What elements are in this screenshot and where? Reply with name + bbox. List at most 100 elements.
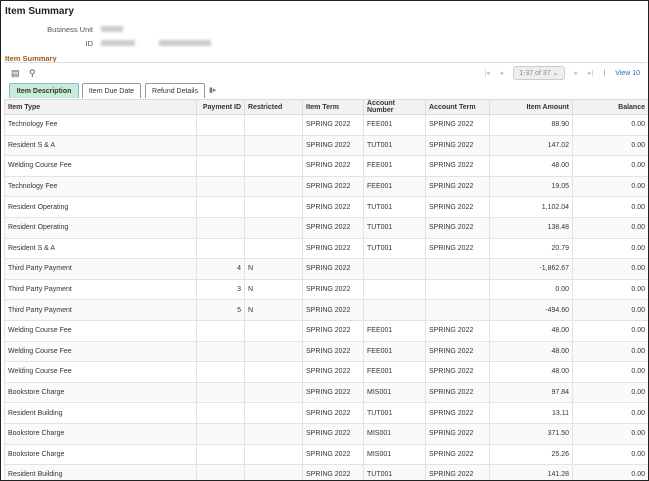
column-header[interactable]: Restricted	[244, 99, 303, 115]
table-cell: N	[244, 299, 303, 321]
business-unit-label: Business Unit	[47, 25, 93, 34]
table-row: Technology Fee SPRING 2022 FEE001 SPRING 20…	[4, 114, 648, 136]
first-page-icon[interactable]: |◂	[484, 69, 489, 77]
table-cell	[196, 340, 245, 363]
table-cell: 88.90	[489, 114, 573, 136]
table-cell	[196, 402, 245, 424]
column-header[interactable]: Balance	[572, 99, 648, 115]
pager: |◂ ◂ 1-37 of 37 ⌄ ▸ ▸| | View 10	[484, 66, 640, 80]
table-cell: SPRING 2022	[302, 443, 364, 466]
table-cell	[196, 134, 245, 157]
page-range-select[interactable]: 1-37 of 37 ⌄	[513, 66, 565, 80]
table-cell: SPRING 2022	[302, 216, 364, 239]
item-summary-page: Item Summary Business Unit ID Item Summa…	[0, 0, 649, 481]
column-header[interactable]: Item Term	[302, 99, 364, 115]
column-header[interactable]: Account Term	[425, 99, 490, 115]
column-header[interactable]: Item Amount	[489, 99, 573, 115]
table-cell: 3	[196, 278, 245, 301]
table-cell: SPRING 2022	[425, 422, 490, 445]
table-cell: SPRING 2022	[425, 361, 490, 383]
table-cell: -494.60	[489, 299, 573, 321]
table-cell: 138.48	[489, 216, 573, 239]
table-row: Welding Course Fee SPRING 2022 FEE001 SPRIN…	[4, 340, 648, 363]
pager-divider: |	[603, 69, 606, 77]
table-cell: SPRING 2022	[425, 381, 490, 404]
table-cell	[244, 216, 303, 239]
table-cell: SPRING 2022	[302, 196, 364, 218]
table-cell	[244, 464, 303, 480]
table-cell	[425, 278, 490, 301]
table-cell: TUT001	[363, 237, 426, 260]
table-cell	[244, 319, 303, 342]
table-cell: 0.00	[572, 381, 648, 404]
table-row: Technology Fee SPRING 2022 FEE001 SPRING 20…	[4, 175, 648, 198]
column-header[interactable]: Payment ID	[196, 99, 245, 115]
column-header[interactable]: Account Number	[363, 99, 426, 115]
table-cell: 0.00	[489, 278, 573, 301]
column-header[interactable]: Item Type	[4, 99, 197, 115]
last-page-icon[interactable]: ▸|	[588, 69, 593, 77]
table-cell: 0.00	[572, 340, 648, 363]
table-cell: Bookstore Charge	[4, 443, 197, 466]
tab-item-due-date[interactable]: Item Due Date	[82, 83, 141, 98]
table-cell: 0.00	[572, 237, 648, 260]
table-cell: MIS001	[363, 381, 426, 404]
tab-refund-details[interactable]: Refund Details	[145, 83, 205, 98]
table-cell	[244, 443, 303, 466]
table-cell: 0.00	[572, 134, 648, 157]
table-cell: Resident S & A	[4, 134, 197, 157]
table-row: Third Party Payment 4 N SPRING 2022 -1,862.6…	[4, 258, 648, 280]
table-cell: SPRING 2022	[425, 216, 490, 239]
table-cell: Bookstore Charge	[4, 381, 197, 404]
table-cell	[244, 114, 303, 136]
table-cell: 48.00	[489, 319, 573, 342]
table-cell: 0.00	[572, 196, 648, 218]
table-cell: TUT001	[363, 196, 426, 218]
table-cell: 371.50	[489, 422, 573, 445]
table-cell: SPRING 2022	[425, 319, 490, 342]
table-cell	[196, 155, 245, 177]
table-cell: FEE001	[363, 319, 426, 342]
table-cell: SPRING 2022	[302, 319, 364, 342]
grid-settings-icon[interactable]: ▤	[11, 68, 20, 79]
table-cell: 97.84	[489, 381, 573, 404]
table-cell: SPRING 2022	[425, 402, 490, 424]
table-row: Resident S & A SPRING 2022 TUT001 SPRING 20…	[4, 237, 648, 260]
table-cell: 1,102.04	[489, 196, 573, 218]
table-row: Welding Course Fee SPRING 2022 FEE001 SPRIN…	[4, 155, 648, 177]
table-cell: FEE001	[363, 155, 426, 177]
table-cell	[244, 155, 303, 177]
table-cell: Welding Course Fee	[4, 319, 197, 342]
table-cell	[196, 422, 245, 445]
table-cell: SPRING 2022	[425, 443, 490, 466]
table-cell: Resident Building	[4, 464, 197, 480]
previous-page-icon[interactable]: ◂	[500, 69, 504, 77]
business-unit-value-redacted	[101, 26, 123, 32]
table-cell	[244, 381, 303, 404]
search-icon[interactable]: ⚲	[29, 68, 36, 79]
show-all-columns-icon[interactable]: ▮▸	[209, 86, 216, 94]
table-cell	[244, 422, 303, 445]
table-cell: TUT001	[363, 402, 426, 424]
table-cell: SPRING 2022	[302, 237, 364, 260]
table-cell	[196, 361, 245, 383]
table-cell	[244, 340, 303, 363]
table-cell	[196, 443, 245, 466]
table-cell: 0.00	[572, 175, 648, 198]
table-cell: 141.28	[489, 464, 573, 480]
table-cell: SPRING 2022	[302, 464, 364, 480]
table-cell: FEE001	[363, 361, 426, 383]
table-cell: FEE001	[363, 175, 426, 198]
next-page-icon[interactable]: ▸	[575, 69, 579, 77]
table-cell: SPRING 2022	[302, 340, 364, 363]
table-cell: Welding Course Fee	[4, 340, 197, 363]
view-10-link[interactable]: View 10	[615, 70, 640, 77]
table-cell: Resident Operating	[4, 216, 197, 239]
table-cell: Technology Fee	[4, 114, 197, 136]
id-label: ID	[85, 39, 94, 48]
table-row: Welding Course Fee SPRING 2022 FEE001 SPRIN…	[4, 361, 648, 383]
item-summary-table: Item Type Payment ID Restricted Item Term Ac…	[4, 99, 648, 480]
table-row: Resident Operating SPRING 2022 TUT001 SPRIN…	[4, 216, 648, 239]
tab-item-description[interactable]: Item Description	[9, 83, 79, 98]
table-cell: SPRING 2022	[302, 278, 364, 301]
